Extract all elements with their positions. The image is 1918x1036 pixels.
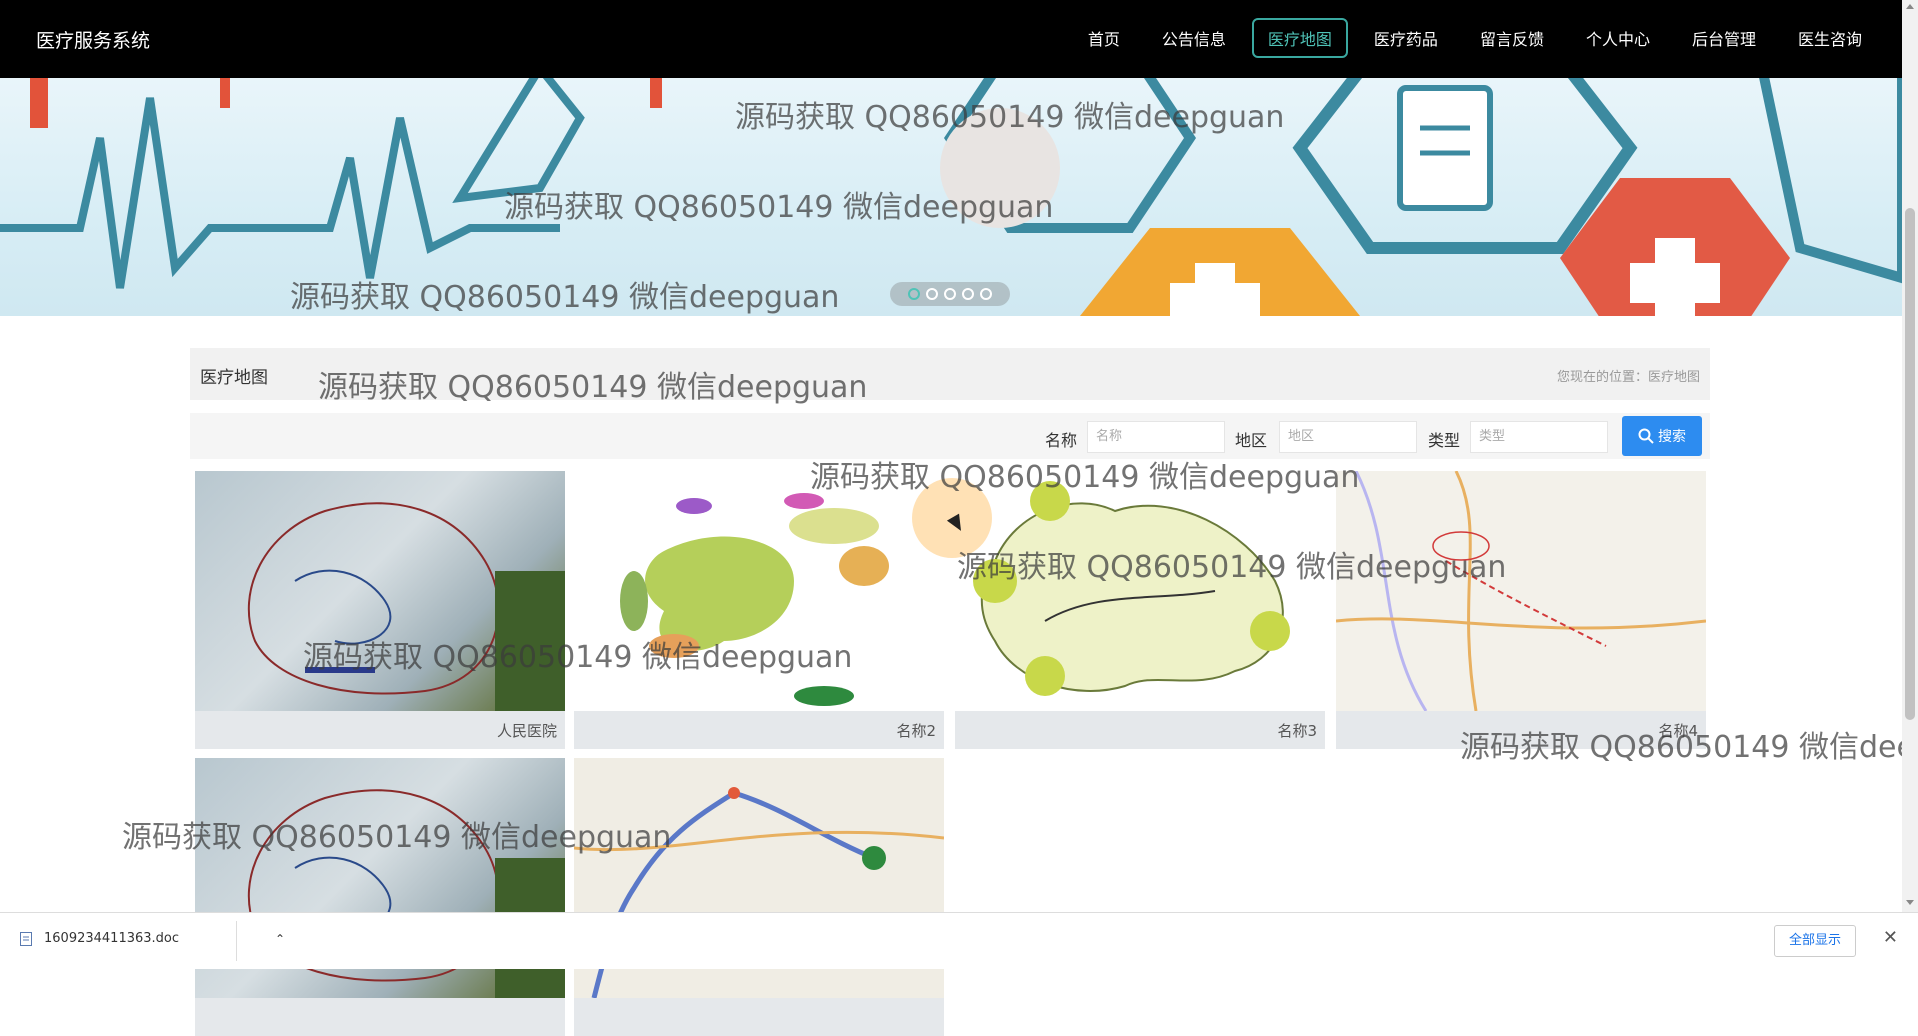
trail-map-art	[247, 502, 565, 711]
map-image[interactable]	[1336, 471, 1706, 711]
nav-item-doctor-consult[interactable]: 医生咨询	[1782, 18, 1878, 58]
region-label: 地区	[1235, 431, 1268, 450]
map-card[interactable]: 人民医院	[195, 471, 565, 749]
map-card[interactable]	[574, 758, 944, 1036]
download-bar: 1609234411363.doc ⌃ 全部显示 ✕	[0, 912, 1918, 969]
nav-item-announcements[interactable]: 公告信息	[1146, 18, 1242, 58]
site-brand[interactable]: 医疗服务系统	[36, 26, 150, 53]
type-label: 类型	[1428, 431, 1461, 450]
nav-item-admin[interactable]: 后台管理	[1676, 18, 1772, 58]
scrollbar-thumb[interactable]	[1905, 208, 1915, 720]
banner-carousel[interactable]	[0, 78, 1902, 316]
carousel-dot[interactable]	[908, 288, 920, 300]
name-label: 名称	[1045, 431, 1078, 450]
name-input[interactable]: 名称	[1087, 421, 1225, 453]
close-icon[interactable]: ✕	[1883, 927, 1898, 948]
nav-item-medical-map[interactable]: 医疗地图	[1251, 18, 1348, 58]
scroll-up-icon[interactable]	[1906, 4, 1914, 9]
nav-item-medicines[interactable]: 医疗药品	[1358, 18, 1454, 58]
scroll-down-icon[interactable]	[1906, 900, 1914, 905]
search-button[interactable]: 搜索	[1622, 416, 1702, 456]
carousel-indicators	[890, 282, 1010, 306]
carousel-dot[interactable]	[944, 288, 956, 300]
card-caption: 人民医院	[496, 722, 557, 740]
map-image[interactable]	[195, 471, 565, 711]
divider	[236, 921, 237, 961]
region-map-art	[620, 493, 889, 706]
nav-item-feedback[interactable]: 留言反馈	[1464, 18, 1560, 58]
show-all-button[interactable]: 全部显示	[1773, 925, 1856, 957]
vertical-scrollbar[interactable]	[1902, 0, 1918, 912]
download-filename: 1609234411363.doc	[44, 931, 180, 946]
search-bar: 名称 名称 地区 地区 类型 类型 搜索	[190, 413, 1710, 459]
carousel-dot[interactable]	[980, 288, 992, 300]
main-nav: 首页 公告信息 医疗地图 医疗药品 留言反馈 个人中心 后台管理 医生咨询	[1072, 18, 1878, 58]
download-item[interactable]: 1609234411363.doc ⌃	[20, 931, 285, 946]
map-card[interactable]: 名称4	[1336, 471, 1706, 749]
road-map-art	[1336, 471, 1706, 711]
map-card[interactable]: 名称2	[574, 471, 944, 749]
province-map-art	[973, 481, 1290, 696]
page-title: 医疗地图	[200, 368, 268, 388]
document-icon	[20, 931, 32, 946]
search-button-label: 搜索	[1658, 429, 1686, 445]
watermark: 源码获取 QQ86050149 微信deepguan	[1460, 730, 1902, 762]
region-input[interactable]: 地区	[1279, 421, 1417, 453]
search-icon	[1638, 428, 1654, 444]
top-navbar: 医疗服务系统 首页 公告信息 医疗地图 医疗药品 留言反馈 个人中心 后台管理 …	[0, 0, 1918, 78]
type-input[interactable]: 类型	[1470, 421, 1608, 453]
banner-artwork	[0, 78, 1902, 316]
carousel-dot[interactable]	[926, 288, 938, 300]
watermark-clip: 源码获取 QQ86050149 微信deepguan	[1460, 722, 1902, 762]
map-card[interactable]: 名称3	[955, 471, 1325, 749]
chevron-up-icon[interactable]: ⌃	[275, 932, 285, 946]
section-title-bar: 医疗地图 您现在的位置：医疗地图	[190, 348, 1710, 400]
map-card[interactable]	[195, 758, 565, 1036]
nav-item-profile[interactable]: 个人中心	[1570, 18, 1666, 58]
map-image[interactable]	[574, 471, 944, 711]
breadcrumb: 您现在的位置：医疗地图	[1556, 370, 1700, 385]
nav-item-home[interactable]: 首页	[1072, 18, 1136, 58]
card-caption: 名称2	[896, 722, 936, 740]
card-caption: 名称3	[1277, 722, 1317, 740]
carousel-dot[interactable]	[962, 288, 974, 300]
map-image[interactable]	[955, 471, 1325, 711]
